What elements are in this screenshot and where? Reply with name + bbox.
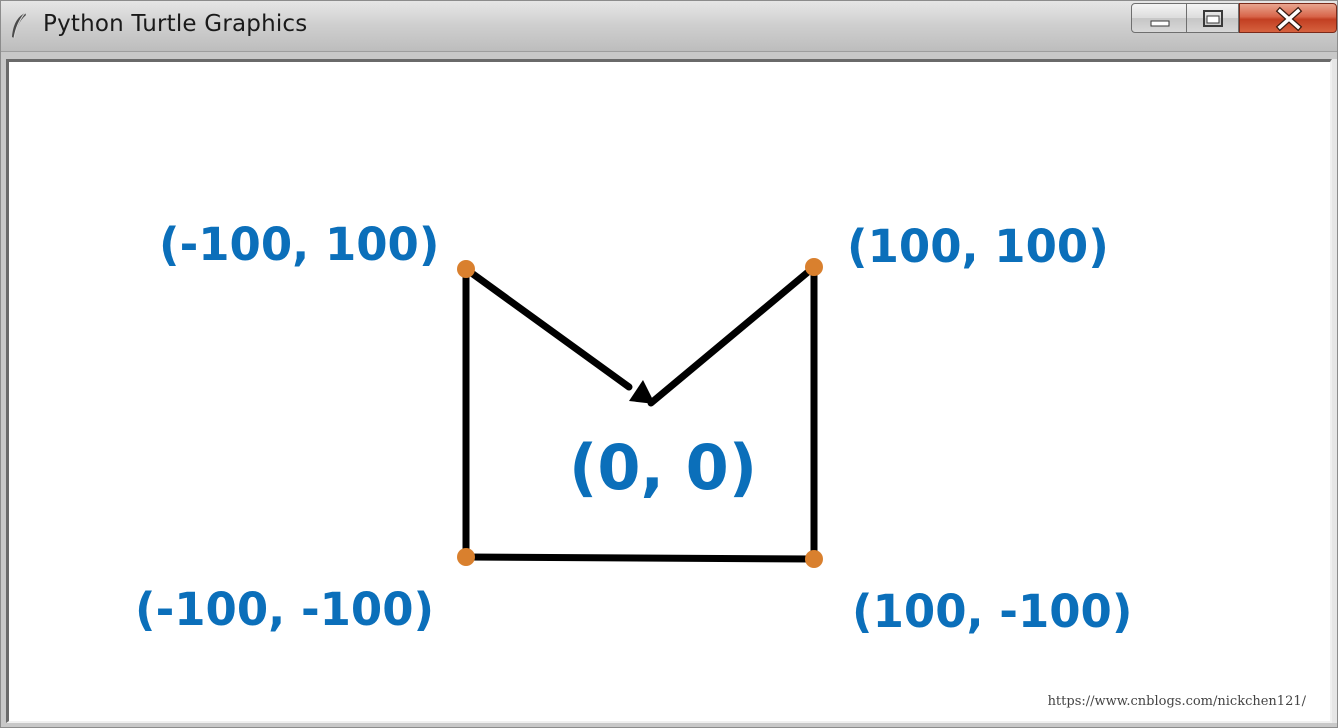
dot-top-right	[805, 258, 823, 276]
label-bottom-left: (-100, -100)	[135, 583, 435, 636]
label-top-right: (100, 100)	[847, 220, 1109, 273]
label-center: (0, 0)	[569, 431, 758, 504]
maximize-icon	[1203, 10, 1223, 27]
label-top-left: (-100, 100)	[159, 218, 440, 271]
line-right-diagonal	[647, 263, 818, 407]
dot-top-left	[457, 260, 475, 278]
minimize-icon	[1150, 20, 1170, 27]
label-bottom-right: (100, -100)	[852, 585, 1133, 638]
window-title: Python Turtle Graphics	[43, 11, 308, 37]
watermark-url: https://www.cnblogs.com/nickchen121/	[1047, 694, 1306, 709]
window-right-edge	[1332, 59, 1337, 723]
dot-bottom-left	[457, 548, 475, 566]
turtle-arrow-icon	[629, 380, 655, 404]
turtle-window: Python Turtle Graphics (-100, 100) (100,…	[0, 0, 1338, 728]
feather-icon	[12, 12, 26, 39]
title-bar[interactable]: Python Turtle Graphics	[1, 1, 1337, 52]
close-button[interactable]	[1239, 3, 1337, 33]
line-left-diagonal	[462, 265, 633, 391]
turtle-canvas-frame: (-100, 100) (100, 100) (0, 0) (-100, -10…	[6, 59, 1332, 723]
minimize-button[interactable]	[1131, 3, 1187, 33]
dot-bottom-right	[805, 550, 823, 568]
line-bottom-edge	[462, 553, 818, 563]
turtle-canvas[interactable]: (-100, 100) (100, 100) (0, 0) (-100, -10…	[9, 62, 1330, 721]
close-icon	[1275, 6, 1303, 32]
maximize-button[interactable]	[1187, 3, 1239, 33]
